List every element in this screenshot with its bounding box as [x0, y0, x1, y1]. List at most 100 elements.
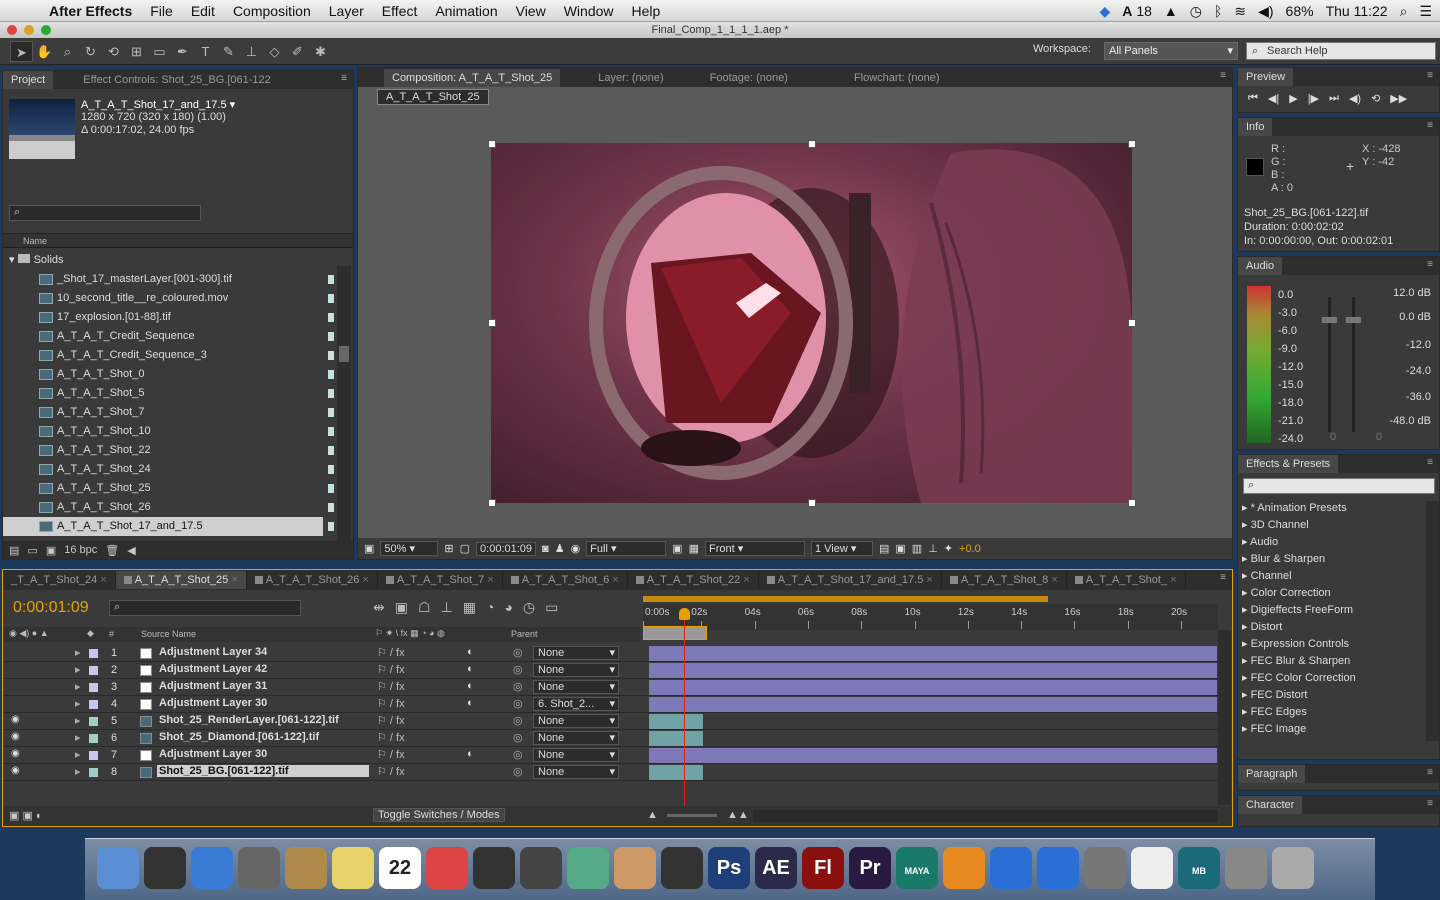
label-color-swatch[interactable] [89, 649, 98, 658]
dock-garageband-icon[interactable] [614, 847, 656, 889]
layer-name[interactable]: Adjustment Layer 30 [157, 697, 269, 709]
disclosure-triangle-icon[interactable]: ▸ [1242, 723, 1251, 735]
switch-icons[interactable]: ⚐ / fx [377, 714, 405, 727]
dock-mail-icon[interactable] [285, 847, 327, 889]
zoom-out-icon[interactable]: ▲ [647, 809, 658, 821]
menu-app[interactable]: After Effects [40, 3, 141, 19]
live-update-icon[interactable]: ▭ [545, 599, 558, 616]
menu-window[interactable]: Window [555, 3, 623, 19]
tab-footage[interactable]: Footage: (none) [702, 69, 796, 87]
layer-row[interactable]: ◉ ▸ 5 Shot_25_RenderLayer.[061-122].tif ⚐ / … [3, 713, 1231, 730]
spotlight-icon[interactable]: ⌕ [1400, 3, 1408, 20]
project-item[interactable]: _Shot_17_masterLayer.[001-300].tif [3, 270, 323, 289]
magnification-select[interactable]: 50% ▾ [380, 541, 439, 556]
layer-row[interactable]: ◉ ▸ 8 Shot_25_BG.[061-122].tif ⚐ / fx ◎ None ▾ [3, 764, 1231, 781]
exposure-value[interactable]: +0.0 [959, 543, 981, 555]
effect-category[interactable]: ▸ FEC Image [1242, 722, 1306, 735]
minimize-window-button[interactable] [24, 25, 34, 35]
dock-ps-icon[interactable]: Ps [708, 847, 750, 889]
disclosure-triangle-icon[interactable]: ▸ [1242, 621, 1251, 633]
pickwhip-icon[interactable]: ◎ [513, 680, 523, 693]
tab-flowchart[interactable]: Flowchart: (none) [846, 69, 948, 87]
effects-search-input[interactable]: ⌕ [1243, 478, 1435, 494]
project-item[interactable]: A_T_A_T_Shot_22 [3, 441, 323, 460]
toggle-switches-modes-button[interactable]: Toggle Switches / Modes [373, 808, 505, 822]
slider-thumb[interactable] [1322, 317, 1337, 323]
effect-category[interactable]: ▸ FEC Edges [1242, 705, 1307, 718]
effect-category[interactable]: ▸ 3D Channel [1242, 518, 1309, 531]
selection-tool-icon[interactable]: ➤ [10, 40, 33, 62]
transform-handle[interactable] [1128, 499, 1136, 507]
parent-select[interactable]: None ▾ [533, 714, 619, 728]
zoom-window-button[interactable] [41, 25, 51, 35]
folder-solids[interactable]: ▾ Solids [3, 251, 333, 270]
parent-select[interactable]: None ▾ [533, 680, 619, 694]
close-tab-icon[interactable]: × [923, 574, 932, 586]
label-color-swatch[interactable] [89, 734, 98, 743]
audio-icon[interactable]: ◀) [1349, 92, 1361, 105]
parent-header[interactable]: Parent [511, 629, 538, 639]
adjustment-switch-icon[interactable]: ◐ [467, 680, 474, 692]
dock-ibooks-icon[interactable] [943, 847, 985, 889]
pickwhip-icon[interactable]: ◎ [513, 697, 523, 710]
fast-preview-icon[interactable]: ▣ [895, 542, 905, 555]
dock-launchpad-icon[interactable] [238, 847, 280, 889]
resolution-select[interactable]: Full ▾ [586, 541, 667, 556]
pickwhip-icon[interactable]: ◎ [513, 748, 523, 761]
timeline-tab[interactable]: A_T_A_T_Shot_25 × [115, 571, 247, 589]
label-color-swatch[interactable] [89, 751, 98, 760]
panel-menu-icon[interactable]: ≡ [1427, 767, 1433, 778]
label-color-swatch[interactable] [89, 717, 98, 726]
dock-system-preferences-icon[interactable] [1084, 847, 1126, 889]
parent-select[interactable]: None ▾ [533, 646, 619, 660]
panel-menu-icon[interactable]: ≡ [1220, 572, 1226, 583]
volume-icon[interactable]: ◀) [1258, 3, 1273, 20]
draft-3d-icon[interactable]: ▣ [395, 599, 408, 616]
work-area-bar[interactable] [643, 596, 1048, 602]
flowchart-icon[interactable]: ⊥ [928, 542, 938, 555]
effect-category[interactable]: ▸ Distort [1242, 620, 1282, 633]
layer-name[interactable]: Adjustment Layer 42 [157, 663, 269, 675]
disclosure-triangle-icon[interactable]: ▸ [1242, 536, 1250, 548]
close-tab-icon[interactable]: × [228, 574, 237, 586]
label-color-swatch[interactable] [89, 768, 98, 777]
disclosure-triangle-icon[interactable]: ▸ [1242, 689, 1251, 701]
adjustment-switch-icon[interactable]: ◐ [467, 748, 474, 760]
project-item[interactable]: A_T_A_T_Shot_25 [3, 479, 323, 498]
disclosure-triangle-icon[interactable]: ▸ [75, 748, 81, 761]
comp-mini-flowchart-icon[interactable]: ⇹ [373, 599, 385, 616]
effect-category[interactable]: ▸ * Animation Presets [1242, 501, 1347, 514]
layer-duration-bar[interactable] [649, 646, 1217, 661]
tab-project[interactable]: Project [3, 71, 54, 89]
tab-composition[interactable]: Composition: A_T_A_T_Shot_25 [384, 68, 561, 87]
layer-name[interactable]: Adjustment Layer 30 [157, 748, 269, 760]
transform-handle[interactable] [488, 140, 496, 148]
scroll-thumb[interactable] [339, 346, 349, 362]
interpret-footage-icon[interactable]: ▤ [9, 544, 19, 557]
panel-menu-icon[interactable]: ≡ [1427, 259, 1433, 270]
disclosure-triangle-icon[interactable]: ▸ [1242, 604, 1251, 616]
volume-slider-right[interactable] [1346, 297, 1361, 432]
eye-icon[interactable]: ◉ [11, 748, 20, 759]
timeline-tab[interactable]: A_T_A_T_Shot_ × [1067, 571, 1186, 589]
drive-icon[interactable]: ▲ [1164, 3, 1178, 19]
dock-app-store-icon[interactable] [1037, 847, 1079, 889]
menu-file[interactable]: File [141, 3, 182, 19]
play-icon[interactable]: ▶ [1289, 92, 1297, 105]
timeline-tab[interactable]: _T_A_T_Shot_24 × [3, 571, 116, 589]
layer-name[interactable]: Shot_25_Diamond.[061-122].tif [157, 731, 321, 743]
clock[interactable]: Thu 11:22 [1326, 3, 1388, 19]
frame-blending-icon[interactable]: ⊥ [441, 599, 453, 616]
project-item[interactable]: A_T_A_T_Credit_Sequence [3, 327, 323, 346]
pickwhip-icon[interactable]: ◎ [513, 646, 523, 659]
brainstorm-icon[interactable]: ◕ [504, 599, 512, 616]
panel-menu-icon[interactable]: ≡ [1427, 120, 1433, 131]
dock-trash-icon[interactable] [1272, 847, 1314, 889]
dock-pr-icon[interactable]: Pr [849, 847, 891, 889]
project-item[interactable]: 17_explosion.[01-88].tif [3, 308, 323, 327]
dock-itunes-icon[interactable] [990, 847, 1032, 889]
transform-handle[interactable] [1128, 140, 1136, 148]
close-tab-icon[interactable]: × [1048, 574, 1057, 586]
disclosure-triangle-icon[interactable]: ▸ [1242, 706, 1251, 718]
cti-head-icon[interactable] [679, 608, 690, 620]
